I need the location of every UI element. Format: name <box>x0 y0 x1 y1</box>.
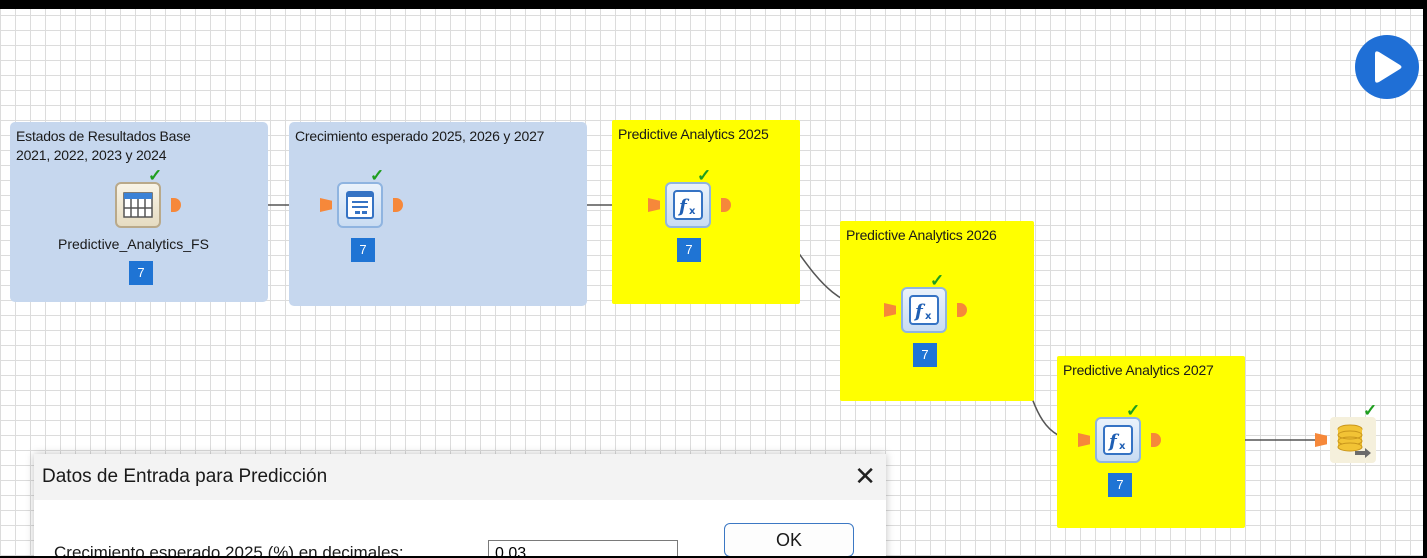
play-icon <box>1375 51 1402 83</box>
row-count-badge: 7 <box>913 343 937 367</box>
step-user-input[interactable] <box>337 182 383 228</box>
row-count-badge: 7 <box>129 261 153 285</box>
status-ok-icon: ✓ <box>697 166 712 185</box>
formula-icon: f x <box>1095 417 1141 463</box>
group-title: Predictive Analytics 2027 <box>1063 362 1214 378</box>
close-icon[interactable]: ✕ <box>854 463 876 489</box>
input-dialog: Datos de Entrada para Predicción ✕ Creci… <box>34 454 886 558</box>
step-formula-2025[interactable]: f x <box>665 182 711 228</box>
status-ok-icon: ✓ <box>370 166 385 185</box>
formula-icon: f x <box>901 287 947 333</box>
status-ok-icon: ✓ <box>1126 401 1141 420</box>
workflow-canvas[interactable]: Estados de Resultados Base 2021, 2022, 2… <box>0 0 1427 558</box>
row-count-badge: 7 <box>677 238 701 262</box>
group-title: Estados de Resultados Base 2021, 2022, 2… <box>16 128 191 163</box>
step-database-output[interactable] <box>1330 417 1376 463</box>
status-ok-icon: ✓ <box>148 166 163 185</box>
window-right-border <box>1423 0 1427 558</box>
status-ok-icon: ✓ <box>1363 401 1378 420</box>
group-title: Crecimiento esperado 2025, 2026 y 2027 <box>295 128 545 144</box>
svg-text:x: x <box>925 311 932 322</box>
row-count-badge: 7 <box>1108 473 1132 497</box>
formula-icon: f x <box>665 182 711 228</box>
group-crecimiento[interactable]: Crecimiento esperado 2025, 2026 y 2027 <box>289 122 587 306</box>
dialog-header: Datos de Entrada para Predicción ✕ <box>34 454 886 500</box>
run-button[interactable] <box>1355 35 1419 99</box>
svg-text:x: x <box>1119 441 1126 452</box>
database-output-icon <box>1330 417 1376 463</box>
step-label: Predictive_Analytics_FS <box>58 236 209 252</box>
ok-button[interactable]: OK <box>724 523 854 557</box>
status-ok-icon: ✓ <box>930 271 945 290</box>
step-formula-2027[interactable]: f x <box>1095 417 1141 463</box>
row-count-badge: 7 <box>351 238 375 262</box>
step-table-input[interactable] <box>115 182 161 228</box>
group-title: Predictive Analytics 2025 <box>618 126 769 142</box>
form-dialog-icon <box>337 182 383 228</box>
svg-text:x: x <box>689 206 696 217</box>
group-title: Predictive Analytics 2026 <box>846 227 997 243</box>
step-formula-2026[interactable]: f x <box>901 287 947 333</box>
dialog-title: Datos de Entrada para Predicción <box>42 466 328 487</box>
table-icon <box>115 182 161 228</box>
